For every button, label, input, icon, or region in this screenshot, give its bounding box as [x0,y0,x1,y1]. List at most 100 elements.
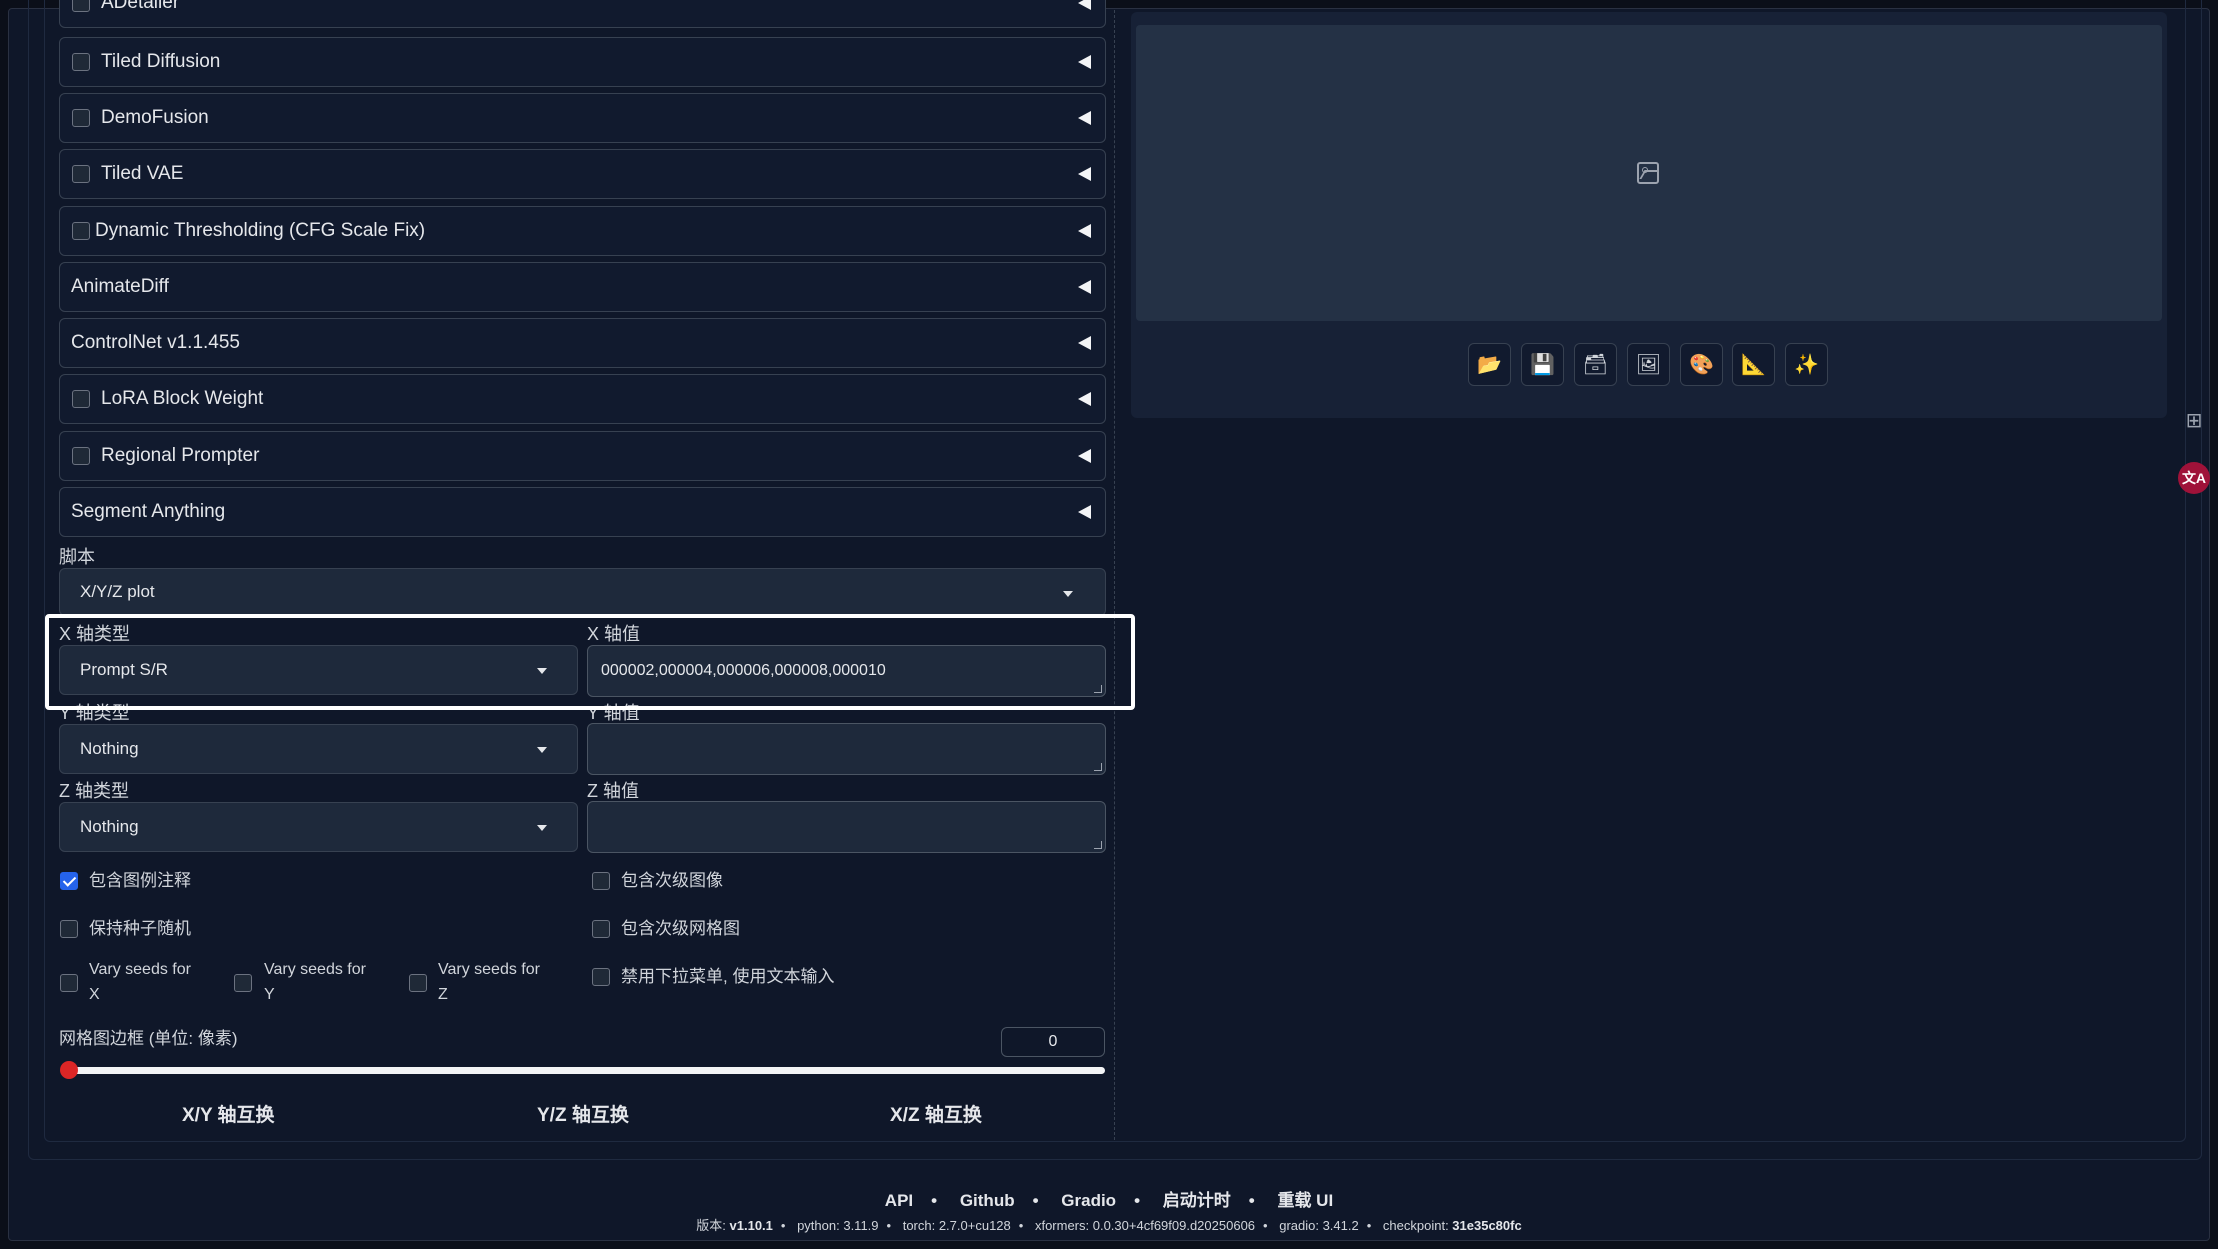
keep-seed-random-checkbox[interactable] [60,920,78,938]
accordion-label: DemoFusion [101,107,209,128]
send-to-extras-button[interactable]: 📐 [1732,343,1775,386]
accordion-regional-prompter[interactable]: Regional Prompter [59,431,1106,481]
ruler-icon: 📐 [1741,354,1766,376]
collapse-arrow-icon[interactable] [1078,449,1091,463]
image-placeholder-icon [1637,162,1659,184]
collapse-arrow-icon[interactable] [1078,336,1091,350]
accordion-adetailer[interactable]: ADetailer [59,0,1106,28]
collapse-arrow-icon[interactable] [1078,167,1091,181]
chevron-down-icon [537,747,547,753]
save-icon: 💾 [1530,354,1555,376]
y-type-value: Nothing [80,739,139,758]
folder-icon: 📂 [1477,354,1502,376]
translate-icon[interactable]: 文A [2178,462,2210,494]
accordion-enable-checkbox[interactable] [72,447,90,465]
grid-margin-slider-track[interactable] [62,1067,1105,1074]
collapse-arrow-icon[interactable] [1078,280,1091,294]
collapse-arrow-icon[interactable] [1078,392,1091,406]
swap-yz-button[interactable]: Y/Z 轴互换 [537,1100,629,1127]
footer-link-github[interactable]: Github [960,1191,1015,1210]
accordion-label: Tiled Diffusion [101,51,221,72]
vary-seeds-y-line1: Vary seeds for [264,961,366,978]
disable-dropdown-label: 禁用下拉菜单, 使用文本输入 [621,967,835,986]
accordion-enable-checkbox[interactable] [72,53,90,71]
vary-seeds-z-line1: Vary seeds for [438,961,540,978]
send-to-inpaint-button[interactable]: 🎨 [1680,343,1723,386]
z-type-value: Nothing [80,817,139,836]
footer-link-startup-profile[interactable]: 启动计时 [1163,1191,1231,1210]
grid-margin-number-input[interactable]: 0 [1001,1027,1105,1057]
xformers-version: xformers: 0.0.30+4cf69f09.d20250606 [1034,1218,1256,1233]
swap-xz-button[interactable]: X/Z 轴互换 [890,1100,982,1127]
accordion-enable-checkbox[interactable] [72,165,90,183]
accordion-demofusion[interactable]: DemoFusion [59,93,1106,143]
vary-seeds-x-checkbox[interactable] [60,974,78,992]
include-sub-grids-checkbox[interactable] [592,920,610,938]
accordion-lora-block-weight[interactable]: LoRA Block Weight [59,374,1106,424]
keep-seed-random-label: 保持种子随机 [89,919,191,938]
image-icon: 🖼 [1635,354,1662,376]
include-sub-grids-label: 包含次级网格图 [621,919,740,938]
include-legend-checkbox[interactable] [60,872,78,890]
accordion-dynamic-thresholding[interactable]: Dynamic Thresholding (CFG Scale Fix) [59,206,1106,256]
resize-handle-icon[interactable] [1094,841,1102,849]
grid-margin-label: 网格图边框 (单位: 像素) [59,1029,238,1048]
accordion-segment-anything[interactable]: Segment Anything [59,487,1106,537]
vary-seeds-z-label: Vary seeds for Z [438,957,540,1007]
grid-margin-slider-thumb[interactable] [60,1061,78,1079]
torch-version: torch: 2.7.0+cu128 [902,1218,1011,1233]
collapse-arrow-icon[interactable] [1078,0,1091,10]
script-dropdown[interactable]: X/Y/Z plot [59,568,1106,616]
z-type-dropdown[interactable]: Nothing [59,802,578,852]
accordion-tiled-diffusion[interactable]: Tiled Diffusion [59,37,1106,87]
y-type-dropdown[interactable]: Nothing [59,724,578,774]
accordion-label: Regional Prompter [101,445,260,466]
z-values-label: Z 轴值 [587,781,639,801]
accordion-enable-checkbox[interactable] [72,0,90,12]
highlight-box [45,614,1135,710]
swap-xy-button[interactable]: X/Y 轴互换 [182,1100,275,1127]
vary-seeds-y-checkbox[interactable] [234,974,252,992]
vary-seeds-z-checkbox[interactable] [409,974,427,992]
disable-dropdown-checkbox[interactable] [592,968,610,986]
accordion-controlnet[interactable]: ControlNet v1.1.455 [59,318,1106,368]
vary-seeds-y-label: Vary seeds for Y [264,957,366,1007]
accordion-label: Dynamic Thresholding (CFG Scale Fix) [95,220,426,241]
sparkles-icon: ✨ [1794,354,1819,376]
footer-link-gradio[interactable]: Gradio [1061,1191,1116,1210]
send-to-img2img-button[interactable]: 🖼 [1627,343,1670,386]
collapse-arrow-icon[interactable] [1078,224,1091,238]
gradio-version: gradio: 3.41.2 [1279,1218,1359,1233]
accordion-label: Tiled VAE [101,163,184,184]
zip-button[interactable]: 🗃 [1574,343,1617,386]
collapse-arrow-icon[interactable] [1078,111,1091,125]
accordion-enable-checkbox[interactable] [72,390,90,408]
footer-link-reload-ui[interactable]: 重载 UI [1277,1191,1333,1210]
version-value: v1.10.1 [729,1218,773,1233]
version-label: 版本: [696,1218,730,1233]
apps-grid-icon[interactable]: ⊞ [2183,410,2205,432]
collapse-arrow-icon[interactable] [1078,505,1091,519]
y-values-input[interactable] [587,723,1106,775]
accordion-label: LoRA Block Weight [101,388,264,409]
accordion-label: Segment Anything [71,501,226,522]
accordion-enable-checkbox[interactable] [72,222,90,240]
save-button[interactable]: 💾 [1521,343,1564,386]
accordion-enable-checkbox[interactable] [72,109,90,127]
open-folder-button[interactable]: 📂 [1468,343,1511,386]
vary-seeds-y-line2: Y [264,986,275,1003]
resize-handle-icon[interactable] [1094,763,1102,771]
include-sub-images-checkbox[interactable] [592,872,610,890]
accordion-tiled-vae[interactable]: Tiled VAE [59,149,1106,199]
collapse-arrow-icon[interactable] [1078,55,1091,69]
generate-info-button[interactable]: ✨ [1785,343,1828,386]
z-type-label: Z 轴类型 [59,781,129,801]
accordion-animatediff[interactable]: AnimateDiff [59,262,1106,312]
z-values-input[interactable] [587,801,1106,853]
vary-seeds-x-line2: X [89,986,100,1003]
palette-icon: 🎨 [1689,354,1714,376]
footer-link-api[interactable]: API [885,1191,913,1210]
checkpoint-value: 31e35c80fc [1452,1218,1522,1233]
chevron-down-icon [537,825,547,831]
vary-seeds-x-label: Vary seeds for X [89,957,191,1007]
